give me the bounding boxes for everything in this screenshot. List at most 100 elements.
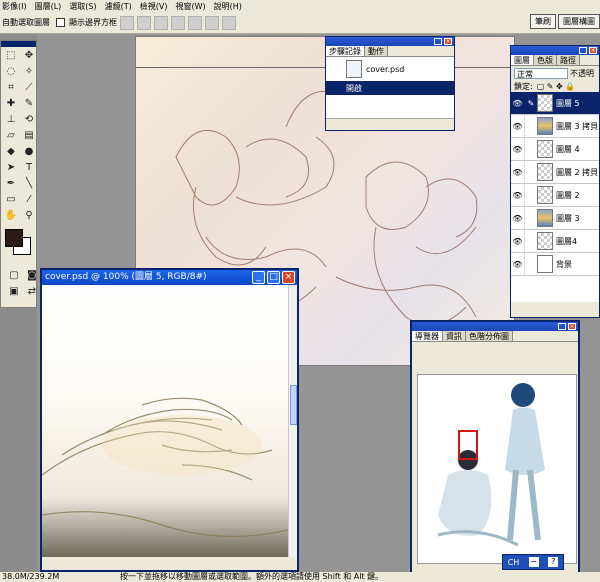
blend-mode-select[interactable]: 正常 xyxy=(514,67,568,79)
hand-icon[interactable]: ✋ xyxy=(3,209,19,223)
close-icon[interactable]: × xyxy=(444,38,452,45)
eraser-icon[interactable]: ▱ xyxy=(3,129,19,143)
tab-info[interactable]: 資訊 xyxy=(443,331,466,341)
menu-select[interactable]: 選取(S) xyxy=(69,1,96,12)
layer-row[interactable]: 👁 圖層 3 xyxy=(511,207,599,230)
layer-row[interactable]: 👁 背景 xyxy=(511,253,599,276)
tab-history[interactable]: 步驟記錄 xyxy=(326,46,365,56)
type-icon[interactable]: T xyxy=(21,161,37,175)
layer-row[interactable]: 👁 圖層 2 拷貝 xyxy=(511,161,599,184)
pen-icon[interactable]: ✒ xyxy=(3,177,19,191)
eye-icon[interactable]: 👁 xyxy=(511,184,525,206)
align-left-icon[interactable] xyxy=(171,15,185,30)
eye-icon[interactable]: 👁 xyxy=(511,207,525,229)
brush-icon: ✎ xyxy=(527,98,535,108)
layer-row[interactable]: 👁 圖層 4 xyxy=(511,138,599,161)
help-icon[interactable]: ? xyxy=(548,557,559,567)
tab-layers[interactable]: 圖層 xyxy=(511,55,534,65)
quick-mask-icon[interactable]: ◙ xyxy=(24,269,40,283)
distribute-icon[interactable] xyxy=(222,15,236,30)
dodge-icon[interactable]: ● xyxy=(21,145,37,159)
brush-icon[interactable]: ✎ xyxy=(21,97,37,111)
menu-help[interactable]: 說明(H) xyxy=(214,1,242,12)
eye-icon[interactable]: 👁 xyxy=(511,161,525,183)
document-titlebar[interactable]: cover.psd @ 100% (圖層 5, RGB/8#) _ □ × xyxy=(42,270,297,285)
eye-icon[interactable]: 👁 xyxy=(511,230,525,252)
layer-row[interactable]: 👁 圖層 2 xyxy=(511,184,599,207)
tab-paths[interactable]: 路徑 xyxy=(557,55,580,65)
document-canvas[interactable] xyxy=(42,285,288,557)
slice-icon[interactable]: ⟋ xyxy=(21,81,37,95)
view-box[interactable] xyxy=(458,430,478,460)
tab-histogram[interactable]: 色階分佈圖 xyxy=(466,331,513,341)
blur-icon[interactable]: ◆ xyxy=(3,145,19,159)
vertical-scrollbar[interactable] xyxy=(288,285,297,557)
align-right-icon[interactable] xyxy=(205,15,219,30)
history-footer xyxy=(326,118,454,130)
eyedropper-icon[interactable]: ⁄ xyxy=(21,193,37,207)
tab-actions[interactable]: 動作 xyxy=(365,46,388,56)
marquee-icon[interactable]: ⬚ xyxy=(3,49,19,63)
history-snapshot[interactable]: cover.psd xyxy=(326,57,454,81)
clone-stamp-icon[interactable]: ⊥ xyxy=(3,113,19,127)
layers-titlebar[interactable]: _ × xyxy=(511,46,599,55)
align-center-icon[interactable] xyxy=(188,15,202,30)
maximize-icon[interactable]: □ xyxy=(267,271,280,284)
foreground-color-swatch[interactable] xyxy=(5,229,23,247)
navigator-preview[interactable] xyxy=(417,374,577,564)
tab-navigator[interactable]: 導覽器 xyxy=(412,331,443,341)
gradient-icon[interactable]: ▤ xyxy=(21,129,37,143)
path-select-icon[interactable]: ➤ xyxy=(3,161,19,175)
show-bounds-label[interactable]: 顯示邊界方框 xyxy=(69,17,117,28)
minimize-icon[interactable]: _ xyxy=(252,271,265,284)
zoom-icon[interactable]: ⚲ xyxy=(21,209,37,223)
close-icon[interactable]: × xyxy=(568,323,576,330)
navigator-titlebar[interactable]: _ × xyxy=(412,322,578,331)
menu-view[interactable]: 檢視(V) xyxy=(140,1,168,12)
shape-icon[interactable]: ╲ xyxy=(21,177,37,191)
menu-layer[interactable]: 圖層(L) xyxy=(35,1,62,12)
close-icon[interactable]: × xyxy=(589,47,597,54)
zoom-out-icon[interactable]: − xyxy=(528,557,539,567)
menu-filter[interactable]: 濾鏡(T) xyxy=(105,1,132,12)
eye-icon[interactable]: 👁 xyxy=(511,253,525,275)
lock-icons[interactable]: ▢ ✎ ✥ 🔒 xyxy=(537,82,576,91)
eye-icon[interactable]: 👁 xyxy=(511,138,525,160)
layer-name: 圖層 4 xyxy=(556,144,580,154)
align-top-icon[interactable] xyxy=(120,15,134,30)
scrollbar-thumb[interactable] xyxy=(290,385,297,425)
healing-brush-icon[interactable]: ✚ xyxy=(3,97,19,111)
document-title: cover.psd @ 100% (圖層 5, RGB/8#) xyxy=(45,272,207,282)
menu-window[interactable]: 視窗(W) xyxy=(176,1,206,12)
minimize-icon[interactable]: _ xyxy=(579,47,587,54)
align-bottom-icon[interactable] xyxy=(154,15,168,30)
tab-channels[interactable]: 色版 xyxy=(534,55,557,65)
standard-mode-icon[interactable]: ▢ xyxy=(6,269,22,283)
history-brush-icon[interactable]: ⟲ xyxy=(21,113,37,127)
eye-icon[interactable]: 👁 xyxy=(511,92,525,114)
layer-row[interactable]: 👁 圖層4 xyxy=(511,230,599,253)
magic-wand-icon[interactable]: ✧ xyxy=(21,65,37,79)
eye-icon[interactable]: 👁 xyxy=(511,115,525,137)
show-bounds-checkbox[interactable] xyxy=(56,18,65,27)
history-titlebar[interactable]: _ × xyxy=(326,37,454,46)
layer-comps-tab[interactable]: 圖層構圖 xyxy=(558,14,600,29)
lasso-icon[interactable]: ◌ xyxy=(3,65,19,79)
jump-to-imageready-icon[interactable]: ⇄ xyxy=(24,285,40,299)
layer-row[interactable]: 👁 圖層 3 拷貝 xyxy=(511,115,599,138)
layer-name: 圖層 3 拷貝 xyxy=(556,121,599,131)
minimize-icon[interactable]: _ xyxy=(434,38,442,45)
snapshot-thumbnail xyxy=(346,60,362,78)
layer-row[interactable]: 👁 ✎ 圖層 5 xyxy=(511,92,599,115)
crop-icon[interactable]: ⌗ xyxy=(3,81,19,95)
brushes-tab[interactable]: 筆刷 xyxy=(530,14,556,29)
close-icon[interactable]: × xyxy=(282,271,295,284)
screen-mode-icon[interactable]: ▣ xyxy=(6,285,22,299)
menu-image[interactable]: 影像(I) xyxy=(2,1,27,12)
align-middle-icon[interactable] xyxy=(137,15,151,30)
history-step-open[interactable]: 開啟 xyxy=(326,81,454,95)
minimize-icon[interactable]: _ xyxy=(558,323,566,330)
move-icon[interactable]: ✥ xyxy=(21,49,37,63)
auto-select-label[interactable]: 自動選取圖層 xyxy=(2,17,50,28)
notes-icon[interactable]: ▭ xyxy=(3,193,19,207)
